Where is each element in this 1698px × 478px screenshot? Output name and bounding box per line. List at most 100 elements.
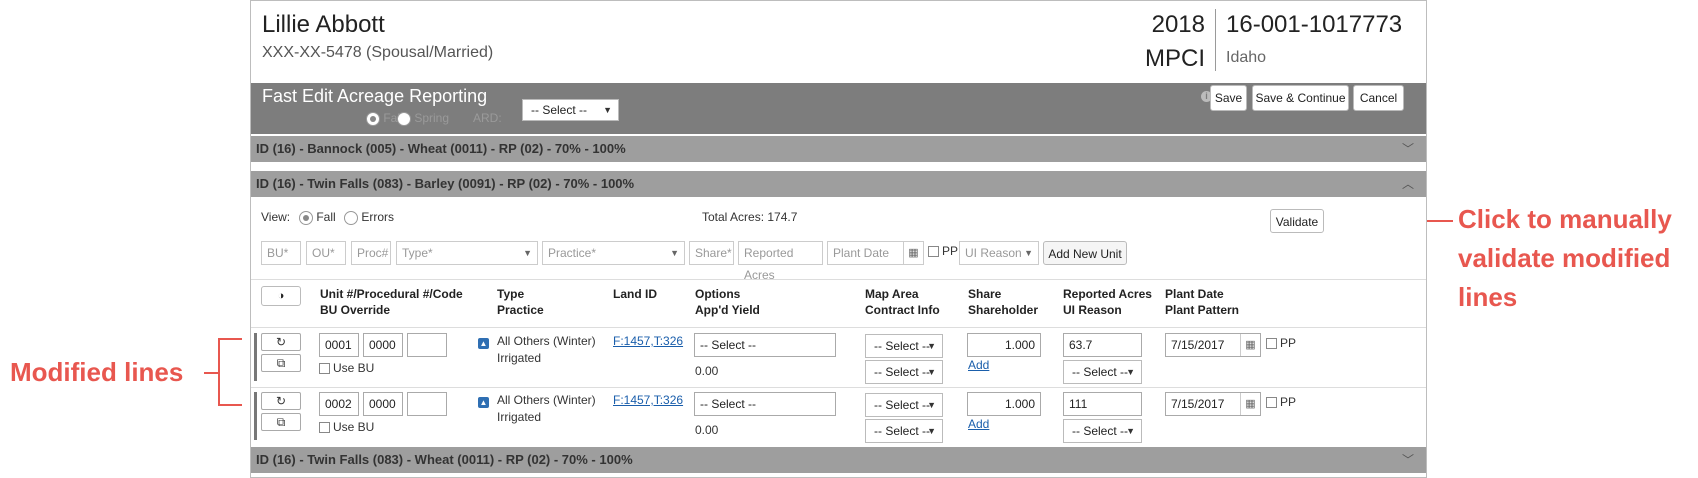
view-errors-option[interactable]: Errors — [344, 210, 394, 225]
divider — [251, 387, 1426, 388]
ard-select-value: -- Select -- — [531, 103, 588, 117]
fall-radio[interactable] — [366, 111, 380, 126]
section-title: ID (16) - Twin Falls (083) - Wheat (0011… — [256, 452, 633, 467]
land-id-link[interactable]: F:1457,T:326 — [613, 334, 683, 348]
copy-icon[interactable]: ⧉ — [261, 354, 301, 372]
col-acres: Reported Acres UI Reason — [1063, 286, 1152, 318]
procedural-number-input[interactable]: 0000 — [363, 333, 403, 357]
share-value-input[interactable]: 1.000 — [967, 392, 1041, 416]
crop-practice: Irrigated — [497, 410, 542, 424]
share-value-input[interactable]: 1.000 — [967, 333, 1041, 357]
add-shareholder-link[interactable]: Add — [968, 417, 989, 431]
type-select[interactable]: Type* ▼ — [396, 241, 538, 265]
pp-checkbox-wrap[interactable]: PP — [928, 244, 958, 258]
pp-label: PP — [942, 244, 959, 258]
expand-toggle-icon[interactable]: ▲ — [478, 338, 489, 349]
use-bu-checkbox[interactable] — [319, 363, 330, 375]
col-plant-line1: Plant Date — [1165, 287, 1224, 301]
plant-date-value-input[interactable]: 7/15/2017 ▦ — [1165, 333, 1261, 357]
ard-label: ARD: — [473, 111, 502, 125]
pp-checkbox[interactable] — [928, 246, 939, 258]
appd-yield: 0.00 — [695, 364, 719, 378]
code-input[interactable] — [407, 392, 447, 416]
col-unit: Unit #/Procedural #/Code BU Override — [320, 286, 463, 318]
save-continue-button[interactable]: Save & Continue — [1252, 85, 1349, 111]
view-fall-option[interactable]: Fall — [299, 210, 336, 225]
col-share-line1: Share — [968, 287, 1002, 301]
col-options-line1: Options — [695, 287, 741, 301]
chevron-down-icon: ﹀ — [1401, 142, 1414, 156]
season-spring-option[interactable]: Spring — [397, 111, 449, 126]
map-area-select[interactable]: -- Select -- ▼ — [865, 393, 943, 417]
save-button[interactable]: Save — [1210, 85, 1247, 111]
crop-practice: Irrigated — [497, 351, 542, 365]
ui-reason-row-select[interactable]: -- Select -- ▼ — [1063, 419, 1142, 443]
view-label: View: — [261, 210, 291, 224]
options-select[interactable]: -- Select -- — [694, 392, 836, 416]
use-bu-checkbox[interactable] — [319, 422, 330, 434]
fast-edit-toolbar: Fast Edit Acreage Reporting Fall Spring … — [251, 83, 1426, 134]
view-errors-radio[interactable] — [344, 210, 358, 225]
divider — [251, 327, 1426, 328]
undo-icon[interactable]: ↻ — [261, 333, 301, 351]
undo-icon[interactable]: ↻ — [261, 392, 301, 410]
program-type: MPCI — [1145, 45, 1205, 72]
annotation-modified-lines: Modified lines — [10, 357, 184, 387]
add-new-unit-button[interactable]: Add New Unit — [1043, 241, 1127, 265]
plant-date-value-input[interactable]: 7/15/2017 ▦ — [1165, 392, 1261, 416]
view-fall-label: Fall — [316, 210, 336, 224]
validate-button[interactable]: Validate — [1270, 209, 1324, 233]
unit-number-input[interactable]: 0002 — [319, 392, 359, 416]
insured-ssn: XXX-XX-5478 (Spousal/Married) — [262, 44, 494, 61]
section-header-twin-falls-barley[interactable]: ID (16) - Twin Falls (083) - Barley (009… — [251, 171, 1426, 197]
contract-info-select[interactable]: -- Select -- ▼ — [865, 360, 943, 384]
header-divider — [1215, 9, 1216, 71]
chevron-down-icon: ▼ — [523, 248, 532, 258]
ard-select[interactable]: -- Select -- ▼ — [522, 99, 619, 121]
section-header-bannock-wheat[interactable]: ID (16) - Bannock (005) - Wheat (0011) -… — [251, 136, 1426, 162]
pp-row-option[interactable]: PP — [1266, 336, 1296, 350]
contract-info-select[interactable]: -- Select -- ▼ — [865, 419, 943, 443]
share-input[interactable]: Share* — [689, 241, 734, 265]
unit-number-input[interactable]: 0001 — [319, 333, 359, 357]
add-shareholder-link[interactable]: Add — [968, 358, 989, 372]
ou-input[interactable]: OU* — [306, 241, 346, 265]
use-bu-option[interactable]: Use BU — [319, 361, 374, 375]
pp-row-option[interactable]: PP — [1266, 395, 1296, 409]
procedural-number-input[interactable]: 0000 — [363, 392, 403, 416]
col-acres-line1: Reported Acres — [1063, 287, 1152, 301]
view-fall-radio[interactable] — [299, 210, 313, 225]
section-header-twin-falls-wheat[interactable]: ID (16) - Twin Falls (083) - Wheat (0011… — [251, 447, 1426, 473]
cancel-button[interactable]: Cancel — [1353, 85, 1404, 111]
reported-acres-input[interactable]: Reported Acres — [738, 241, 823, 282]
pp-row-checkbox[interactable] — [1266, 338, 1277, 350]
total-acres: Total Acres: 174.7 — [702, 210, 797, 224]
calendar-icon[interactable]: ▦ — [1240, 334, 1260, 356]
bu-input[interactable]: BU* — [261, 241, 301, 265]
proc-input[interactable]: Proc# — [351, 241, 391, 265]
reported-acres-value-input[interactable]: 111 — [1063, 392, 1142, 416]
annotation-validate-line1: Click to manually — [1458, 204, 1672, 234]
ui-reason-row-select[interactable]: -- Select -- ▼ — [1063, 360, 1142, 384]
spring-radio[interactable] — [397, 111, 411, 126]
calendar-icon[interactable]: ▦ — [903, 242, 923, 264]
plant-date-input[interactable]: Plant Date ▦ — [827, 241, 924, 265]
reported-acres-value-input[interactable]: 63.7 — [1063, 333, 1142, 357]
pp-row-checkbox[interactable] — [1266, 397, 1277, 409]
pp-row-label: PP — [1280, 395, 1297, 409]
use-bu-option[interactable]: Use BU — [319, 420, 374, 434]
calendar-icon[interactable]: ▦ — [1240, 393, 1260, 415]
code-input[interactable] — [407, 333, 447, 357]
annotation-validate-pointer — [1427, 220, 1453, 222]
options-select[interactable]: -- Select -- — [694, 333, 836, 357]
map-area-select[interactable]: -- Select -- ▼ — [865, 334, 943, 358]
practice-select[interactable]: Practice* ▼ — [542, 241, 685, 265]
plant-date-value: 7/15/2017 — [1171, 338, 1225, 352]
land-id-link[interactable]: F:1457,T:326 — [613, 393, 683, 407]
copy-icon[interactable]: ⧉ — [261, 413, 301, 431]
ui-reason-select[interactable]: UI Reason ▼ — [959, 241, 1039, 265]
contrast-toggle-icon[interactable]: ◑ — [261, 286, 301, 306]
policy-header: Lillie Abbott XXX-XX-5478 (Spousal/Marri… — [251, 1, 1426, 83]
expand-toggle-icon[interactable]: ▲ — [478, 397, 489, 408]
chevron-down-icon: ▼ — [603, 105, 612, 115]
